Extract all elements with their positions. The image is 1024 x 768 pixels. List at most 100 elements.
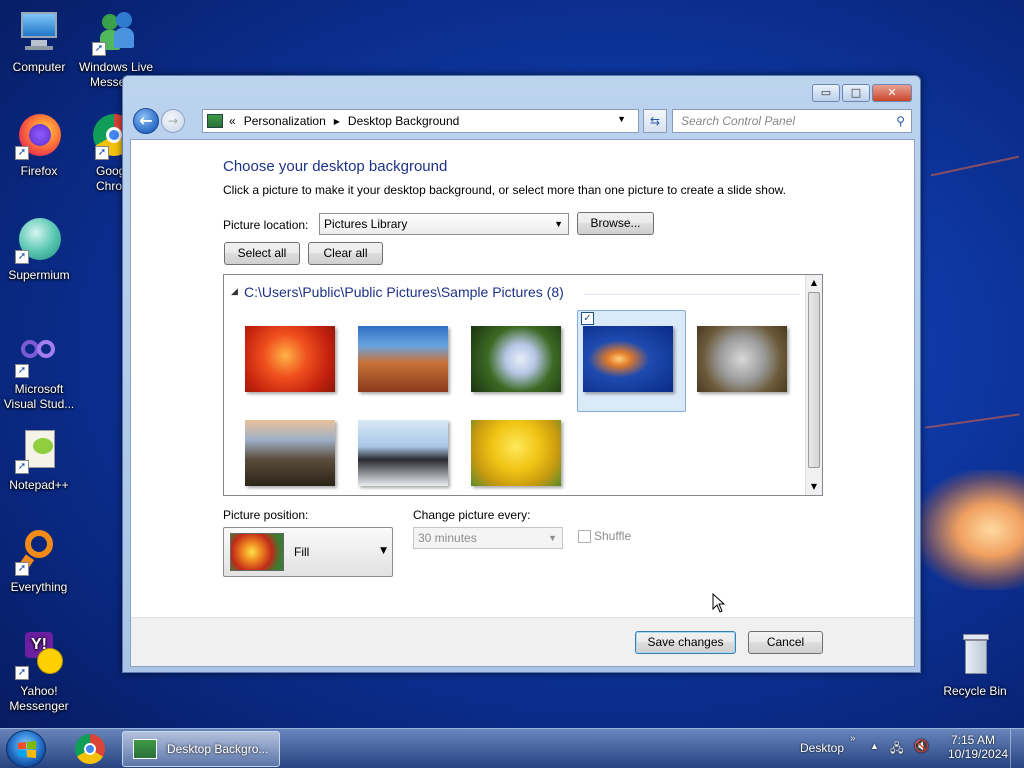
page-title: Choose your desktop background [223, 158, 448, 175]
everything-icon: ➚ [15, 528, 63, 576]
shortcut-arrow-icon: ➚ [15, 146, 29, 160]
taskbar-chrome-button[interactable] [70, 732, 110, 766]
desktop-toolbar-label[interactable]: Desktop [800, 741, 844, 755]
scroll-up-icon[interactable]: ▲ [806, 275, 822, 291]
back-button[interactable]: ← [133, 108, 159, 134]
desktop-background-window: ▭ □ ✕ ← → « Personalization ▶ Desktop Ba… [122, 75, 921, 673]
browse-button[interactable]: Browse... [577, 212, 654, 235]
search-icon[interactable]: ⚲ [896, 110, 905, 132]
shortcut-arrow-icon: ➚ [15, 250, 29, 264]
picture-koala[interactable] [697, 326, 787, 392]
wallpaper-streak [925, 413, 1020, 429]
collapse-group-icon[interactable]: ◢ [231, 287, 238, 297]
shortcut-arrow-icon: ➚ [15, 666, 29, 680]
start-button[interactable] [6, 730, 46, 768]
clock-date: 10/19/2024 [948, 747, 1009, 761]
shortcut-arrow-icon: ➚ [92, 42, 106, 56]
save-changes-button[interactable]: Save changes [635, 631, 736, 654]
taskbar-desktop-background-task[interactable]: Desktop Backgro... [122, 731, 280, 767]
shortcut-arrow-icon: ➚ [95, 146, 109, 160]
taskbar: Desktop Backgro... Desktop » ▲ 🖧 🔇 7:15 … [0, 728, 1024, 768]
clock[interactable]: 7:15 AM 10/19/2024 [948, 733, 1009, 761]
supermium-icon: ➚ [15, 216, 63, 264]
minimize-button[interactable]: ▭ [812, 84, 840, 102]
desktop-icon-recycle-bin[interactable]: Recycle Bin [937, 632, 1013, 699]
windows-logo-icon [18, 741, 36, 758]
desktop-icon-firefox[interactable]: ➚ Firefox [1, 112, 77, 179]
maximize-button[interactable]: □ [842, 84, 870, 102]
toolbar-chevron-icon[interactable]: » [850, 733, 856, 744]
desktop-icon-google-chrome[interactable]: ➚ Goog Chro [78, 112, 124, 194]
refresh-button[interactable]: ⇆ [643, 109, 667, 133]
footer-divider [131, 617, 914, 618]
change-picture-every-label: Change picture every: [413, 508, 531, 522]
clock-time: 7:15 AM [950, 733, 996, 747]
jellyfish-checkbox[interactable]: ✓ [581, 312, 594, 325]
breadcrumb-overflow[interactable]: « [229, 114, 236, 128]
chevron-down-icon: ▼ [554, 219, 563, 229]
page-description: Click a picture to make it your desktop … [223, 183, 786, 197]
breadcrumb-separator-icon[interactable]: ▶ [334, 117, 340, 126]
recycle-bin-icon [951, 632, 999, 680]
network-icon[interactable]: 🖧 [890, 739, 903, 760]
clear-all-button[interactable]: Clear all [308, 242, 383, 265]
address-bar[interactable]: « Personalization ▶ Desktop Background ▼ [202, 109, 639, 133]
visual-studio-icon: ➚ [15, 330, 63, 378]
scroll-down-icon[interactable]: ▼ [806, 479, 822, 495]
cancel-button[interactable]: Cancel [748, 631, 823, 654]
volume-muted-icon[interactable]: 🔇 [914, 739, 929, 753]
address-dropdown-icon[interactable]: ▼ [617, 114, 626, 124]
desktop-icon-everything[interactable]: ➚ Everything [1, 528, 77, 595]
desktop-icon-supermium[interactable]: ➚ Supermium [1, 216, 77, 283]
shortcut-arrow-icon: ➚ [15, 364, 29, 378]
picture-lighthouse[interactable] [245, 420, 335, 486]
picture-position-label: Picture position: [223, 508, 309, 522]
breadcrumb-personalization[interactable]: Personalization [244, 114, 326, 128]
picture-tulips[interactable] [471, 420, 561, 486]
shortcut-arrow-icon: ➚ [15, 562, 29, 576]
desktop-icon-yahoo-messenger[interactable]: Y! ➚ Yahoo! Messenger [1, 632, 77, 714]
desktop-icon-computer[interactable]: Computer [1, 8, 77, 75]
forward-button[interactable]: → [161, 109, 185, 133]
shuffle-checkbox[interactable] [578, 530, 591, 543]
picture-location-select[interactable]: Pictures Library ▼ [319, 213, 569, 235]
picture-desert[interactable] [358, 326, 448, 392]
shuffle-label: Shuffle [594, 529, 632, 543]
picture-chrysanthemum[interactable] [245, 326, 335, 392]
control-panel-icon [133, 739, 157, 759]
google-chrome-icon: ➚ [79, 112, 124, 160]
yahoo-messenger-icon: Y! ➚ [15, 632, 63, 680]
breadcrumb-desktop-background[interactable]: Desktop Background [348, 114, 459, 128]
wallpaper-streak [930, 155, 1020, 177]
navigation-bar: ← → « Personalization ▶ Desktop Backgrou… [131, 106, 914, 136]
picture-location-label: Picture location: [223, 218, 309, 232]
window-controls: ▭ □ ✕ [812, 84, 912, 102]
picture-penguins[interactable] [358, 420, 448, 486]
picture-jellyfish[interactable] [583, 326, 673, 392]
back-arrow-icon: ← [139, 111, 153, 130]
change-interval-select[interactable]: 30 minutes ▼ [413, 527, 563, 549]
show-hidden-icons-icon[interactable]: ▲ [870, 741, 879, 751]
group-divider [584, 294, 800, 295]
computer-icon [15, 8, 63, 56]
refresh-icon: ⇆ [649, 114, 661, 128]
search-input[interactable]: Search Control Panel ⚲ [672, 109, 912, 133]
wallpaper-jellyfish-glow [914, 470, 1024, 590]
gallery-group-header[interactable]: C:\Users\Public\Public Pictures\Sample P… [244, 284, 564, 300]
picture-position-select[interactable]: Fill ▼ [223, 527, 393, 577]
content-area: Choose your desktop background Click a p… [130, 139, 915, 667]
firefox-icon: ➚ [15, 112, 63, 160]
chevron-down-icon: ▼ [380, 546, 387, 556]
select-all-button[interactable]: Select all [224, 242, 300, 265]
desktop-icon-visual-studio[interactable]: ➚ Microsoft Visual Stud... [1, 330, 77, 412]
forward-arrow-icon: → [167, 114, 179, 128]
close-button[interactable]: ✕ [872, 84, 912, 102]
scrollbar-thumb[interactable] [808, 292, 820, 468]
picture-gallery: ◢ C:\Users\Public\Public Pictures\Sample… [223, 274, 823, 496]
mouse-cursor-icon [712, 593, 726, 613]
show-desktop-button[interactable] [1010, 729, 1024, 768]
gallery-scrollbar[interactable]: ▲ ▼ [805, 275, 822, 495]
picture-hydrangeas[interactable] [471, 326, 561, 392]
chevron-down-icon: ▼ [548, 533, 557, 543]
desktop-icon-notepad-plus-plus[interactable]: ➚ Notepad++ [1, 426, 77, 493]
